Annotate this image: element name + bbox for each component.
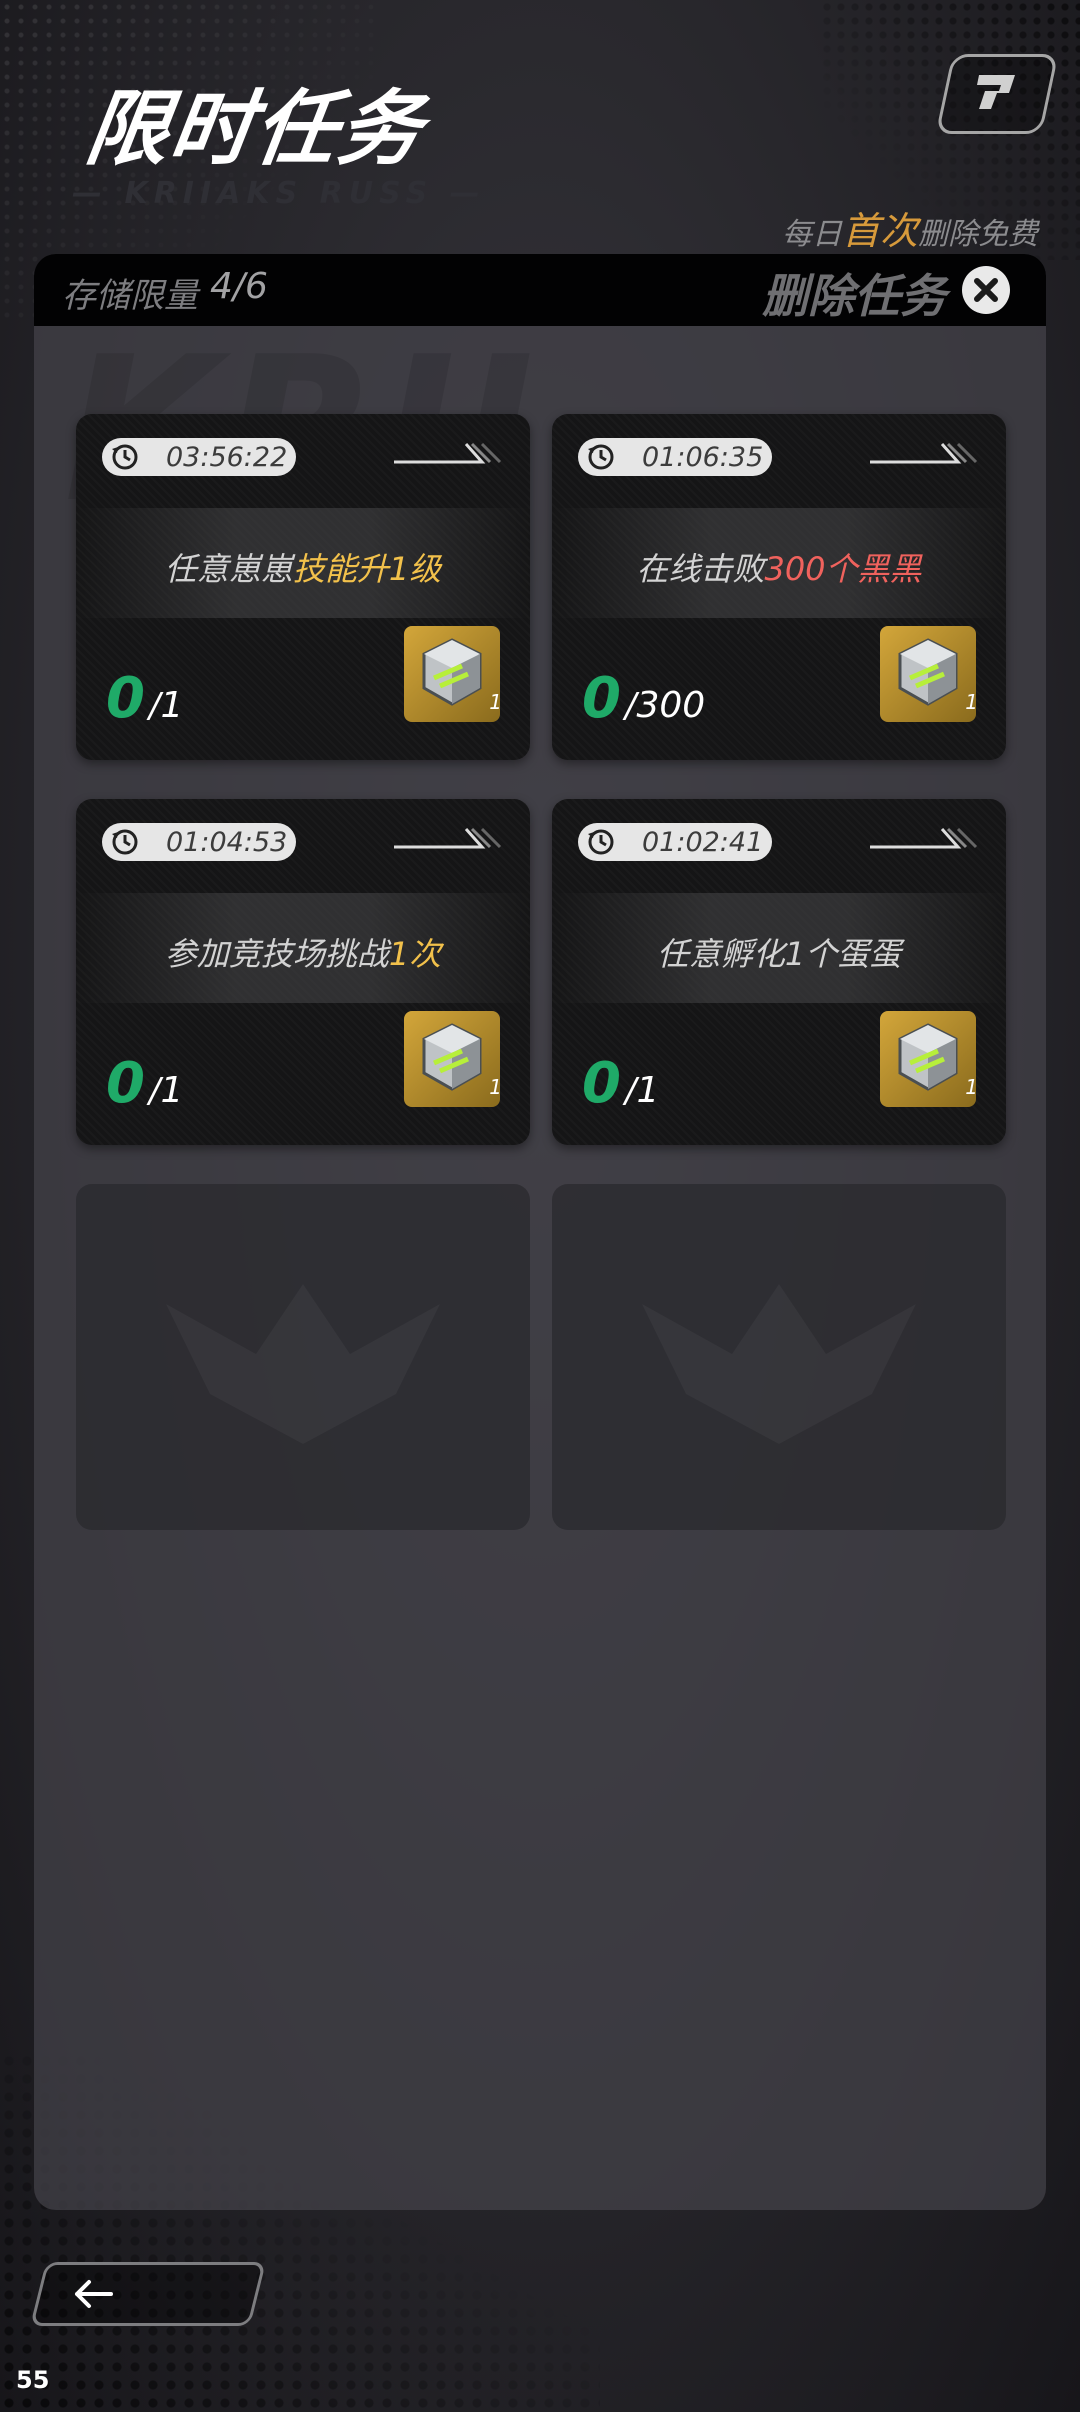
task-timer-text: 01:02:41 (642, 827, 764, 858)
task-progress: 0/300 (582, 666, 705, 731)
task-card[interactable]: 03:56:22 任意崽崽技能升1级 0/1 1 (76, 414, 530, 760)
daily-note-highlight: 首次 (841, 209, 918, 253)
progress-separator: / (148, 1071, 161, 1111)
reward-item[interactable] (880, 626, 976, 722)
empty-slot-emblem (166, 1284, 440, 1444)
task-desc-text: 任意孵化1个蛋蛋 (656, 935, 902, 973)
storage-value: 4/6 (210, 266, 268, 307)
card-deco-lines (870, 442, 978, 464)
reward-count: 1 (489, 690, 502, 714)
task-desc-highlight: 技能升1级 (292, 550, 442, 588)
help-icon (977, 75, 1015, 109)
task-timer: 01:02:41 (578, 823, 772, 861)
daily-note-text: 每日 (781, 217, 842, 252)
reward-item-icon (898, 638, 958, 706)
task-timer-text: 03:56:22 (166, 442, 288, 473)
task-screen: 限时任务 — KRIIAKS RUSS — 每日首次删除免费 KRII 存储限量… (0, 0, 1080, 2412)
task-description: 任意崽崽技能升1级 (76, 544, 530, 590)
reward-item[interactable] (880, 1011, 976, 1107)
delete-task-label[interactable]: 删除任务 (762, 260, 946, 326)
task-description: 在线击败300个黑黑 (552, 544, 1006, 590)
progress-total: 1 (160, 1070, 184, 1111)
progress-current: 0 (106, 666, 145, 731)
task-description: 任意孵化1个蛋蛋 (552, 929, 1006, 975)
progress-total: 1 (636, 1070, 660, 1111)
reward-item-icon (422, 1023, 482, 1091)
task-card[interactable]: 01:04:53 参加竞技场挑战1次 0/1 1 (76, 799, 530, 1145)
progress-total: 300 (636, 685, 706, 726)
daily-free-delete-note: 每日首次删除免费 (782, 200, 1038, 255)
empty-task-slot (76, 1184, 530, 1530)
timer-icon (588, 829, 614, 855)
panel-header-bar: 存储限量 4/6 删除任务 (34, 254, 1046, 326)
title-decoration: — KRIIAKS RUSS — (72, 176, 486, 211)
reward-item-icon (422, 638, 482, 706)
progress-separator: / (148, 686, 161, 726)
card-deco-lines (870, 827, 978, 849)
card-deco-lines (394, 442, 502, 464)
back-arrow-icon (75, 2280, 113, 2308)
empty-slot-emblem (642, 1284, 916, 1444)
progress-current: 0 (106, 1051, 145, 1116)
task-desc-text: 参加竞技场挑战 (164, 935, 389, 973)
back-button[interactable] (30, 2262, 266, 2326)
fps-counter: 55 (16, 2366, 50, 2394)
progress-current: 0 (582, 1051, 621, 1116)
delete-task-button[interactable] (962, 266, 1010, 314)
task-description: 参加竞技场挑战1次 (76, 929, 530, 975)
page-title: 限时任务 (80, 82, 430, 177)
task-timer: 03:56:22 (102, 438, 296, 476)
reward-item[interactable] (404, 626, 500, 722)
close-icon (974, 278, 998, 302)
timer-icon (588, 444, 614, 470)
task-desc-text: 任意崽崽 (164, 550, 293, 588)
task-progress: 0/1 (106, 666, 183, 731)
timer-icon (112, 829, 138, 855)
reward-count: 1 (489, 1075, 502, 1099)
task-timer-text: 01:04:53 (166, 827, 288, 858)
reward-count: 1 (965, 1075, 978, 1099)
reward-count: 1 (965, 690, 978, 714)
timer-icon (112, 444, 138, 470)
card-deco-lines (394, 827, 502, 849)
task-progress: 0/1 (106, 1051, 183, 1116)
task-timer: 01:04:53 (102, 823, 296, 861)
task-progress: 0/1 (582, 1051, 659, 1116)
task-desc-highlight: 300个黑黑 (764, 550, 922, 588)
progress-current: 0 (582, 666, 621, 731)
progress-separator: / (624, 686, 637, 726)
storage-label: 存储限量 (62, 276, 198, 316)
task-card[interactable]: 01:06:35 在线击败300个黑黑 0/300 1 (552, 414, 1006, 760)
reward-item-icon (898, 1023, 958, 1091)
task-desc-text: 在线击败 (636, 550, 765, 588)
task-desc-highlight: 1次 (388, 935, 442, 973)
help-button[interactable] (935, 54, 1059, 134)
reward-item[interactable] (404, 1011, 500, 1107)
task-timer: 01:06:35 (578, 438, 772, 476)
progress-total: 1 (160, 685, 184, 726)
task-timer-text: 01:06:35 (642, 442, 764, 473)
progress-separator: / (624, 1071, 637, 1111)
task-card[interactable]: 01:02:41 任意孵化1个蛋蛋 0/1 1 (552, 799, 1006, 1145)
empty-task-slot (552, 1184, 1006, 1530)
daily-note-text: 删除免费 (918, 217, 1038, 252)
